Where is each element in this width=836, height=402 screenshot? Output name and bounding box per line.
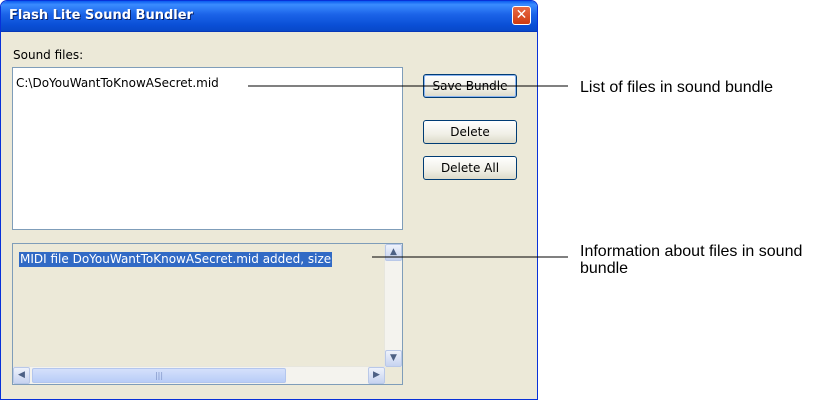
annotation-info: Information about files in sound bundle [580, 243, 803, 277]
annotation-files-list: List of files in sound bundle [580, 79, 774, 96]
callout-lines [248, 85, 568, 258]
